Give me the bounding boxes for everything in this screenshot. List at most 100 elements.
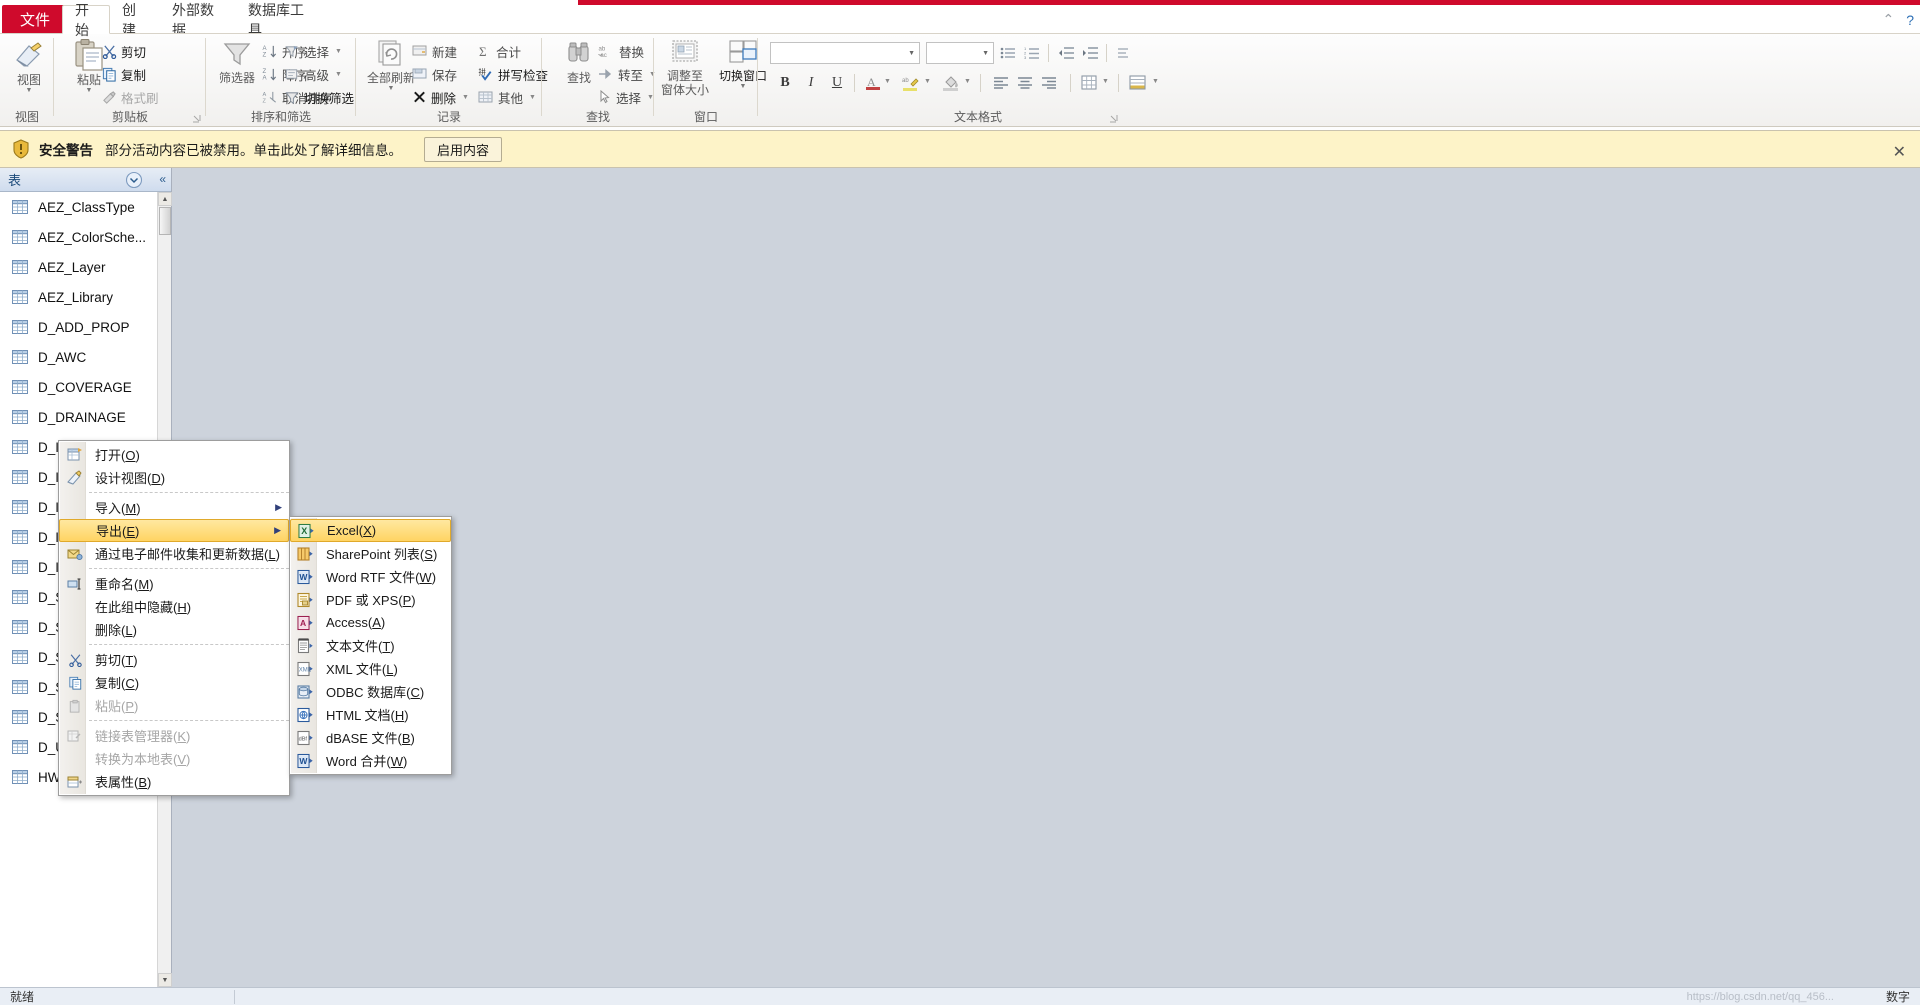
export-submenu[interactable]: X Excel(X) SharePoint 列表(S) W Word RTF 文件(W)…	[289, 516, 452, 775]
save-record-button[interactable]: 保存	[412, 64, 457, 84]
navigation-pane-header[interactable]: 表 «	[0, 168, 171, 192]
table-list-item[interactable]: AEZ_Layer	[0, 252, 158, 282]
context-menu-item[interactable]: 导出(E) ▶	[59, 519, 289, 542]
spelling-button[interactable]: 拼 拼写检查	[478, 64, 549, 84]
font-name-input[interactable]: ▼	[770, 42, 920, 64]
font-name-caret[interactable]: ▼	[908, 50, 915, 57]
scroll-up-arrow[interactable]: ▲	[158, 192, 172, 206]
font-color-button[interactable]: A	[862, 72, 884, 94]
tab-home[interactable]: 开始	[62, 2, 110, 38]
context-menu-item[interactable]: 导入(M) ▶	[59, 496, 289, 519]
more-caret[interactable]: ▼	[529, 94, 536, 101]
scroll-thumb[interactable]	[159, 207, 171, 235]
table-list-item[interactable]: D_COVERAGE	[0, 372, 158, 402]
highlight-color-caret[interactable]: ▼	[924, 78, 931, 85]
align-center-button[interactable]	[1014, 72, 1036, 94]
context-menu-item[interactable]: 重命名(M)	[59, 572, 289, 595]
table-list-item[interactable]: D_DRAINAGE	[0, 402, 158, 432]
fill-color-button[interactable]	[940, 72, 962, 94]
align-right-button[interactable]	[1038, 72, 1060, 94]
tab-file[interactable]: 文件	[2, 5, 68, 34]
delete-record-button[interactable]: 删除 ▼	[412, 87, 469, 107]
advanced-button[interactable]: 高级 ▼	[284, 64, 342, 84]
context-menu-item[interactable]: 打开(O)	[59, 443, 289, 466]
delete-caret[interactable]: ▼	[462, 94, 469, 101]
minimize-ribbon-icon[interactable]: ⌃	[1882, 11, 1894, 28]
size-to-form-button[interactable]: 调整至 窗体大小	[654, 38, 716, 98]
copy-button[interactable]: 复制	[102, 64, 146, 84]
security-warning-message[interactable]: 部分活动内容已被禁用。单击此处了解详细信息。	[105, 139, 402, 159]
underline-button[interactable]: U	[826, 72, 848, 94]
tab-create[interactable]: 创建	[110, 2, 160, 38]
tab-external-data[interactable]: 外部数据	[160, 2, 236, 38]
font-color-caret[interactable]: ▼	[884, 78, 891, 85]
export-submenu-item[interactable]: HTML 文档(H)	[290, 703, 451, 726]
table-list-item[interactable]: AEZ_ClassType	[0, 192, 158, 222]
export-submenu-item[interactable]: X Excel(X)	[290, 519, 451, 542]
font-size-input[interactable]: ▼	[926, 42, 994, 64]
replace-button[interactable]: ab ac 替换	[598, 41, 644, 61]
advanced-caret[interactable]: ▼	[335, 71, 342, 78]
context-menu-item[interactable]: 剪切(T)	[59, 648, 289, 671]
numbered-list-button[interactable]: 1 2 3	[1022, 44, 1042, 62]
refresh-all-caret[interactable]: ▼	[388, 85, 395, 92]
more-records-button[interactable]: 其他 ▼	[478, 87, 536, 107]
context-menu-item[interactable]: 表属性(B)	[59, 770, 289, 793]
cut-button[interactable]: 剪切	[102, 41, 146, 61]
select-button[interactable]: 选择 ▼	[598, 87, 654, 107]
export-submenu-item[interactable]: SharePoint 列表(S)	[290, 542, 451, 565]
fill-color-caret[interactable]: ▼	[964, 78, 971, 85]
context-menu-item[interactable]: 设计视图(D)	[59, 466, 289, 489]
bold-button[interactable]: B	[774, 72, 796, 94]
font-size-caret[interactable]: ▼	[982, 50, 989, 57]
context-menu-item[interactable]: 复制(C)	[59, 671, 289, 694]
context-menu-item[interactable]: 删除(L)	[59, 618, 289, 641]
alternate-fill-caret[interactable]: ▼	[1152, 78, 1159, 85]
context-menu-item[interactable]: 在此组中隐藏(H)	[59, 595, 289, 618]
totals-button[interactable]: Σ 合计	[478, 41, 521, 61]
gridlines-button[interactable]	[1078, 72, 1100, 94]
view-button[interactable]: 视图 ▼	[0, 38, 58, 94]
increase-indent-button[interactable]	[1080, 44, 1100, 62]
export-submenu-item[interactable]: ODBC 数据库(C)	[290, 680, 451, 703]
new-record-button[interactable]: 新建	[412, 41, 457, 61]
export-submenu-item[interactable]: dBf dBASE 文件(B)	[290, 726, 451, 749]
bullet-list-button[interactable]	[998, 44, 1018, 62]
table-list-item[interactable]: D_ADD_PROP	[0, 312, 158, 342]
format-painter-button[interactable]: 格式刷	[102, 87, 159, 107]
collapse-pane-icon[interactable]: «	[159, 172, 166, 186]
italic-button[interactable]: I	[800, 72, 822, 94]
export-submenu-item[interactable]: XML XML 文件(L)	[290, 657, 451, 680]
alternate-fill-button[interactable]	[1126, 72, 1150, 94]
table-list-item[interactable]: D_AWC	[0, 342, 158, 372]
export-submenu-item[interactable]: W Word RTF 文件(W)	[290, 565, 451, 588]
goto-button[interactable]: 转至 ▼	[598, 64, 656, 84]
decrease-indent-button[interactable]	[1056, 44, 1076, 62]
close-icon[interactable]: ✕	[1893, 142, 1906, 162]
table-context-menu[interactable]: 打开(O) 设计视图(D) 导入(M) ▶ 导出(E) ▶ 通过电子邮件收集和更新数据(L)…	[58, 440, 290, 796]
context-menu-item[interactable]: 通过电子邮件收集和更新数据(L)	[59, 542, 289, 565]
scroll-down-arrow[interactable]: ▼	[158, 973, 172, 987]
selection-button[interactable]: 选择 ▼	[284, 41, 342, 61]
table-list-item[interactable]: AEZ_Library	[0, 282, 158, 312]
chevron-down-icon[interactable]	[125, 171, 143, 189]
view-dropdown-caret[interactable]: ▼	[26, 87, 33, 94]
export-submenu-item[interactable]: W Word 合并(W)	[290, 749, 451, 772]
help-icon[interactable]: ?	[1906, 12, 1914, 28]
export-submenu-item[interactable]: 文本文件(T)	[290, 634, 451, 657]
switch-windows-caret[interactable]: ▼	[740, 83, 747, 90]
filter-button[interactable]: 筛选器	[208, 38, 266, 86]
gridlines-caret[interactable]: ▼	[1102, 78, 1109, 85]
table-list-item[interactable]: AEZ_ColorSche...	[0, 222, 158, 252]
clipboard-dialog-launcher-icon[interactable]	[193, 115, 202, 124]
export-submenu-item[interactable]: PDF 或 XPS(P)	[290, 588, 451, 611]
selection-caret[interactable]: ▼	[335, 48, 342, 55]
highlight-color-button[interactable]: ab	[900, 72, 922, 94]
toggle-filter-button[interactable]: 切换筛选	[284, 87, 354, 107]
paste-dropdown-caret[interactable]: ▼	[86, 87, 93, 94]
ltr-direction-button[interactable]	[1114, 44, 1132, 62]
enable-content-button[interactable]: 启用内容	[424, 136, 503, 162]
align-left-button[interactable]	[990, 72, 1012, 94]
tab-database-tools[interactable]: 数据库工具	[236, 2, 326, 38]
export-submenu-item[interactable]: A Access(A)	[290, 611, 451, 634]
